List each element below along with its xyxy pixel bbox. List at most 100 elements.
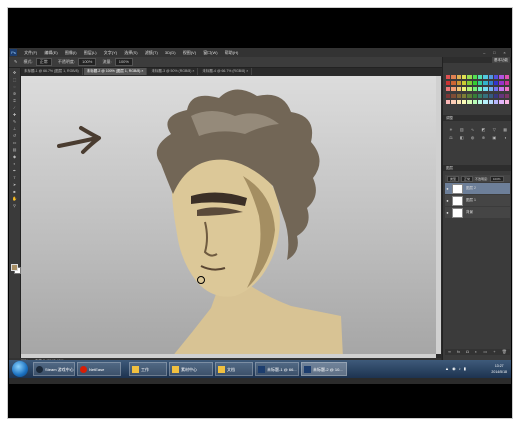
color-swatch[interactable] xyxy=(472,87,477,92)
color-swatch[interactable] xyxy=(488,87,493,92)
color-swatch[interactable] xyxy=(494,75,499,79)
color-swatch[interactable] xyxy=(499,87,504,92)
color-swatch[interactable] xyxy=(478,99,483,104)
color-swatch[interactable] xyxy=(494,99,499,104)
menu-3d[interactable]: 3D(D) xyxy=(165,48,176,57)
flow-field[interactable]: 100% xyxy=(114,57,133,66)
quick-select-tool-icon[interactable]: ✲ xyxy=(11,91,18,96)
invert-icon[interactable]: ◑ xyxy=(501,135,509,140)
color-swatch[interactable] xyxy=(446,93,451,98)
menu-layer[interactable]: 图层(L) xyxy=(84,48,97,57)
color-swatch[interactable] xyxy=(456,99,461,104)
mode-select[interactable]: 正常 xyxy=(35,57,52,66)
vibrance-icon[interactable]: ▽ xyxy=(490,127,498,132)
color-swatch[interactable] xyxy=(478,93,483,98)
color-swatch[interactable] xyxy=(478,75,483,79)
new-group-icon[interactable]: ▭ xyxy=(483,349,487,355)
color-swatch[interactable] xyxy=(472,81,477,86)
lasso-tool-icon[interactable]: ◌ xyxy=(11,84,18,89)
move-tool-icon[interactable]: ✥ xyxy=(11,70,18,75)
menu-view[interactable]: 视图(V) xyxy=(183,48,196,57)
color-swatch[interactable] xyxy=(451,99,456,104)
opacity-field[interactable]: 100% xyxy=(78,57,97,66)
adjustments-panel-header[interactable]: 调整 xyxy=(443,115,511,121)
layer-row[interactable]: ● 背景 xyxy=(445,207,510,218)
brush-tool-icon[interactable]: ✎ xyxy=(14,57,17,67)
color-swatch[interactable] xyxy=(504,81,509,86)
color-swatch[interactable] xyxy=(488,99,493,104)
document-canvas[interactable] xyxy=(21,76,436,354)
taskbar-button-photoshop-2[interactable]: 未标题-2 @ 10... xyxy=(301,362,347,376)
layer-style-icon[interactable]: fx xyxy=(457,349,460,355)
color-lookup-icon[interactable]: ▣ xyxy=(490,135,498,140)
brush-tool-icon[interactable]: ✎ xyxy=(11,119,18,124)
color-swatch[interactable] xyxy=(451,87,456,92)
taskbar-button-netease[interactable]: NetEase xyxy=(77,362,121,376)
color-swatch[interactable] xyxy=(494,81,499,86)
color-balance-icon[interactable]: ⚖ xyxy=(447,135,455,140)
menu-edit[interactable]: 编辑(E) xyxy=(44,48,57,57)
path-select-tool-icon[interactable]: ➤ xyxy=(11,182,18,187)
color-swatch[interactable] xyxy=(456,93,461,98)
color-swatch[interactable] xyxy=(467,81,472,86)
dodge-tool-icon[interactable]: ◐ xyxy=(11,161,18,166)
close-button[interactable]: × xyxy=(501,48,508,57)
workspace-switcher[interactable]: 基本功能 xyxy=(492,57,510,63)
gradient-tool-icon[interactable]: ▤ xyxy=(11,147,18,152)
color-swatch[interactable] xyxy=(451,75,456,79)
visibility-eye-icon[interactable]: ● xyxy=(445,210,450,215)
color-swatch[interactable] xyxy=(504,75,509,79)
photo-filter-icon[interactable]: ◍ xyxy=(469,135,477,140)
new-layer-icon[interactable]: + xyxy=(493,349,495,355)
trash-icon[interactable]: 🗑 xyxy=(502,349,507,355)
color-swatch[interactable] xyxy=(494,93,499,98)
black-white-icon[interactable]: ◧ xyxy=(458,135,466,140)
menu-help[interactable]: 帮助(H) xyxy=(225,48,239,57)
foreground-color-swatch[interactable] xyxy=(11,264,18,271)
color-swatch[interactable] xyxy=(499,93,504,98)
hand-tool-icon[interactable]: ✋ xyxy=(11,196,18,201)
color-swatch[interactable] xyxy=(467,99,472,104)
tab-document-4[interactable]: 未标题-4 @ 66.7% (RGB/8) × xyxy=(199,68,253,75)
menu-window[interactable]: 窗口(W) xyxy=(203,48,217,57)
color-swatch[interactable] xyxy=(462,75,467,79)
color-swatch[interactable] xyxy=(478,81,483,86)
start-button[interactable] xyxy=(12,361,28,377)
healing-tool-icon[interactable]: ✚ xyxy=(11,112,18,117)
pen-tool-icon[interactable]: ✒ xyxy=(11,168,18,173)
menu-image[interactable]: 图像(I) xyxy=(65,48,77,57)
layer-row[interactable]: ● 图层 1 xyxy=(445,195,510,206)
clock[interactable]: 13:27 2014/5/18 xyxy=(491,363,507,375)
maximize-button[interactable]: □ xyxy=(491,48,498,57)
color-swatch[interactable] xyxy=(451,81,456,86)
brightness-icon[interactable]: ☀ xyxy=(447,127,455,132)
color-swatch[interactable] xyxy=(446,87,451,92)
color-swatch[interactable] xyxy=(483,93,488,98)
taskbar-button-folder-work[interactable]: 工作 xyxy=(129,362,167,376)
tab-document-2[interactable]: 未标题-2 @ 100% (图层 1, RGB/8) × xyxy=(83,68,148,75)
color-swatch[interactable] xyxy=(446,75,451,79)
color-swatch[interactable] xyxy=(483,87,488,92)
clone-stamp-tool-icon[interactable]: ⊥ xyxy=(11,126,18,131)
color-swatch[interactable] xyxy=(467,75,472,79)
color-swatch[interactable] xyxy=(504,87,509,92)
type-tool-icon[interactable]: T xyxy=(11,175,18,180)
color-swatch[interactable] xyxy=(483,81,488,86)
color-swatch[interactable] xyxy=(456,75,461,79)
blur-tool-icon[interactable]: ◆ xyxy=(11,154,18,159)
color-swatch[interactable] xyxy=(462,87,467,92)
color-swatch[interactable] xyxy=(472,93,477,98)
crop-tool-icon[interactable]: ⌗ xyxy=(11,98,18,103)
blend-mode-select[interactable]: 正常 xyxy=(461,175,474,182)
taskbar-button-photoshop-1[interactable]: 未标题-1 @ 66... xyxy=(255,362,299,376)
color-swatch[interactable] xyxy=(504,99,509,104)
visibility-eye-icon[interactable]: ● xyxy=(445,186,450,191)
color-swatch[interactable] xyxy=(488,81,493,86)
exposure-icon[interactable]: ◩ xyxy=(480,127,488,132)
tray-icons[interactable]: ▲ ◉ ♪ ▮ xyxy=(445,366,467,371)
menu-file[interactable]: 文件(F) xyxy=(24,48,37,57)
menu-type[interactable]: 文字(Y) xyxy=(104,48,117,57)
taskbar-button-folder-docs[interactable]: 文档 xyxy=(215,362,253,376)
tab-document-3[interactable]: 未标题-3 @ 50% (RGB/8) × xyxy=(148,68,199,75)
shape-tool-icon[interactable]: ■ xyxy=(11,189,18,194)
